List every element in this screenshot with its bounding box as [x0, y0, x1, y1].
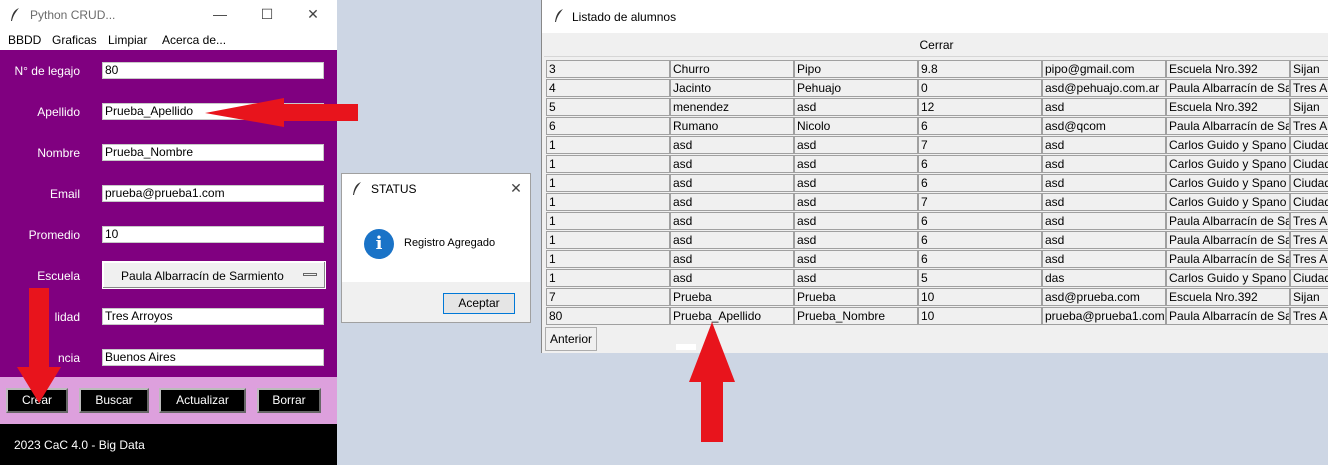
arrow-down-icon	[17, 288, 61, 403]
arrow-left-icon	[205, 98, 358, 127]
annotation-arrows	[17, 98, 735, 442]
arrow-up-icon	[689, 322, 735, 442]
